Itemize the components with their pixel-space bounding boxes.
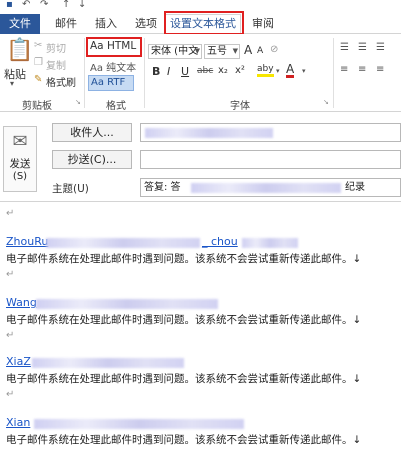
message-header: ✉ 发送 (S) 收件人... 抄送(C)... 主题(U) 答复: 答 纪录 <box>0 113 401 201</box>
format-group-label: 格式 <box>106 101 126 112</box>
send-shortcut-label: (S) <box>12 171 28 182</box>
redacted-subject <box>191 183 341 193</box>
copy-button[interactable]: 复制 <box>46 57 66 72</box>
to-button[interactable]: 收件人... <box>52 123 132 142</box>
message-body[interactable]: ↵ ZhouRu _ chou 电子邮件系统在处理此邮件时遇到问题。该系统不会尝… <box>0 201 401 450</box>
grow-font-button[interactable]: A <box>244 43 252 57</box>
paste-icon[interactable]: 📋 <box>6 38 33 63</box>
subject-field[interactable]: 答复: 答 纪录 <box>140 178 401 197</box>
recipient-name: ZhouRu <box>6 235 49 248</box>
shrink-font-button[interactable]: A <box>257 46 263 56</box>
font-size-combo[interactable]: 五号 ▼ <box>204 44 240 59</box>
recipient-link[interactable]: ZhouRu <box>6 235 48 248</box>
font-size-value: 五号 <box>207 46 227 57</box>
underline-button[interactable]: U <box>181 65 189 78</box>
recipient-link-tail[interactable]: _ chou <box>202 235 238 248</box>
separator <box>144 38 145 108</box>
align-right-icon[interactable]: ≡ <box>376 64 384 75</box>
paste-button[interactable]: 粘贴 <box>4 66 26 82</box>
recipient-link[interactable]: Xian <box>6 416 30 429</box>
strikethrough-button[interactable]: abc <box>197 66 213 76</box>
chevron-down-icon[interactable]: ▾ <box>276 67 280 75</box>
send-button[interactable]: ✉ 发送 (S) <box>3 126 37 192</box>
recipient-link[interactable]: XiaZ <box>6 355 31 368</box>
tab-highlight-box <box>164 11 244 35</box>
paragraph-mark: ↵ <box>6 208 15 219</box>
numbering-icon[interactable]: ☰ <box>358 42 367 53</box>
cc-field[interactable] <box>140 150 401 169</box>
font-color-button[interactable]: A <box>286 63 295 78</box>
clipboard-group-label: 剪贴板 <box>22 101 52 112</box>
align-center-icon[interactable]: ≡ <box>358 64 366 75</box>
clipboard-launcher-icon[interactable]: ↘ <box>75 98 81 106</box>
cc-button[interactable]: 抄送(C)... <box>52 150 132 169</box>
clear-format-icon[interactable]: ⊘ <box>270 44 278 55</box>
font-name-combo[interactable]: 宋体 (中文 ▼ <box>148 44 202 59</box>
failure-message: 电子邮件系统在处理此邮件时遇到问题。该系统不会尝试重新传递此邮件。↓ <box>6 253 362 265</box>
font-name-value: 宋体 (中文 <box>151 46 199 57</box>
paragraph-mark: ↵ <box>6 269 15 280</box>
tab-review[interactable]: 审阅 <box>246 15 280 33</box>
redo-icon[interactable]: ↷ <box>40 0 48 10</box>
recipient-name: Wang <box>6 296 37 309</box>
rtf-format-button[interactable]: Aa RTF <box>88 75 134 91</box>
redacted-recipient <box>242 238 298 248</box>
subject-label: 主题(U) <box>52 183 89 195</box>
format-painter-button[interactable]: 格式刷 <box>46 74 76 89</box>
bullets-icon[interactable]: ☰ <box>340 42 349 53</box>
tab-file[interactable]: 文件 <box>0 14 40 34</box>
multilevel-list-icon[interactable]: ☰ <box>376 42 385 53</box>
paste-dropdown-icon[interactable]: ▾ <box>10 79 14 88</box>
ribbon: 📋 粘贴 ▾ ✂ 剪切 ❐ 复制 ✎ 格式刷 剪贴板 ↘ Aa HTML Aa … <box>0 34 401 112</box>
font-group-label: 字体 <box>230 101 250 112</box>
italic-button[interactable]: I <box>167 65 170 78</box>
subscript-button[interactable]: x₂ <box>218 65 228 76</box>
highlight-button[interactable]: aby <box>257 64 274 77</box>
redacted-recipient <box>34 419 244 429</box>
format-painter-icon: ✎ <box>34 74 43 85</box>
to-field[interactable] <box>140 123 401 142</box>
failure-message: 电子邮件系统在处理此邮件时遇到问题。该系统不会尝试重新传递此邮件。↓ <box>6 314 362 326</box>
copy-icon: ❐ <box>34 57 43 68</box>
redacted-recipient <box>46 238 200 248</box>
save-icon[interactable]: ▪ <box>6 0 13 10</box>
chevron-down-icon[interactable]: ▾ <box>302 67 306 75</box>
redacted-recipient <box>32 358 184 368</box>
html-highlight-box <box>86 37 142 57</box>
bold-button[interactable]: B <box>152 65 160 78</box>
chevron-down-icon: ▼ <box>232 47 238 55</box>
failure-message: 电子邮件系统在处理此邮件时遇到问题。该系统不会尝试重新传递此邮件。↓ <box>6 373 362 385</box>
subject-prefix: 答复: 答 <box>144 182 181 193</box>
scissors-icon: ✂ <box>34 40 43 51</box>
failure-message: 电子邮件系统在处理此邮件时遇到问题。该系统不会尝试重新传递此邮件。↓ <box>6 434 362 446</box>
redacted-recipient <box>36 299 218 309</box>
recipient-link[interactable]: Wang <box>6 296 37 309</box>
undo-icon[interactable]: ↶ <box>22 0 30 10</box>
subject-suffix: 纪录 <box>345 182 365 193</box>
separator <box>333 38 334 108</box>
down-icon[interactable]: ↓ <box>78 0 86 10</box>
tab-mail[interactable]: 邮件 <box>48 15 84 33</box>
align-left-icon[interactable]: ≡ <box>340 64 348 75</box>
tab-insert[interactable]: 插入 <box>88 15 124 33</box>
chevron-down-icon: ▼ <box>194 47 200 55</box>
envelope-icon: ✉ <box>12 131 28 152</box>
tab-options[interactable]: 选项 <box>128 15 164 33</box>
paragraph-mark: ↵ <box>6 389 15 400</box>
send-label: 发送 <box>9 158 31 170</box>
redacted-recipient <box>145 128 273 138</box>
separator <box>84 38 85 108</box>
recipient-name: Xian <box>6 416 31 429</box>
cut-button[interactable]: 剪切 <box>46 40 66 55</box>
font-launcher-icon[interactable]: ↘ <box>323 98 329 106</box>
superscript-button[interactable]: x² <box>235 65 245 76</box>
plain-text-format-button[interactable]: Aa 纯文本 <box>90 59 136 74</box>
up-icon[interactable]: ↑ <box>62 0 70 10</box>
recipient-name: XiaZ <box>6 355 31 368</box>
paragraph-mark: ↵ <box>6 330 15 341</box>
